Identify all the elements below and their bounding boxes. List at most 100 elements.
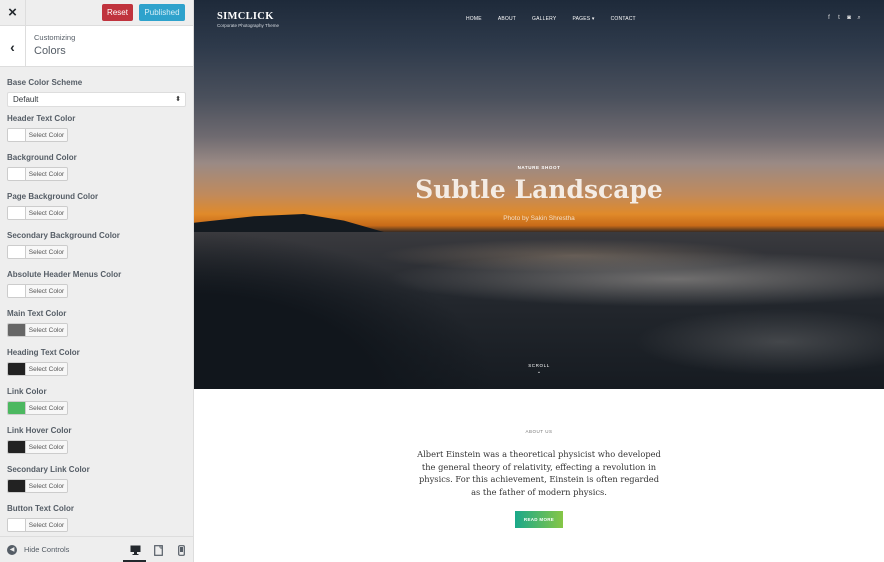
color-control: Link Hover Color Select Color	[7, 425, 186, 464]
section-heading: Customizing Colors	[26, 26, 75, 66]
select-color-button[interactable]: Select Color	[7, 323, 68, 337]
select-value: Default	[13, 95, 39, 104]
color-control: Absolute Header Menus Color Select Color	[7, 269, 186, 308]
section-header: ‹ Customizing Colors	[0, 26, 193, 67]
select-color-button[interactable]: Select Color	[7, 401, 68, 415]
select-color-button[interactable]: Select Color	[7, 245, 68, 259]
nav-item[interactable]: ABOUT	[498, 16, 516, 22]
color-swatch	[8, 285, 26, 297]
color-control-label: Link Hover Color	[7, 426, 72, 435]
color-swatch	[8, 207, 26, 219]
select-color-button[interactable]: Select Color	[7, 479, 68, 493]
color-control: Secondary Link Color Select Color	[7, 464, 186, 503]
select-color-label: Select Color	[26, 363, 67, 375]
main-navigation: HOME ABOUT GALLERY PAGES ▾ CONTACT	[466, 16, 652, 22]
sidebar-footer: ◀ Hide Controls	[0, 536, 193, 562]
desktop-preview-icon[interactable]	[128, 543, 142, 557]
color-control-label: Page Background Color	[7, 192, 99, 201]
twitter-icon[interactable]: t	[834, 15, 844, 22]
customizer-app: × Reset Published ‹ Customizing Colors B…	[0, 0, 884, 562]
color-control: Main Text Color Select Color	[7, 308, 186, 347]
color-swatch	[8, 480, 26, 492]
select-color-button[interactable]: Select Color	[7, 440, 68, 454]
hide-controls-label: Hide Controls	[24, 545, 70, 554]
facebook-icon[interactable]: f	[824, 15, 834, 22]
close-icon[interactable]: ×	[0, 0, 26, 26]
about-label: ABOUT US	[525, 429, 553, 434]
customizer-sidebar: × Reset Published ‹ Customizing Colors B…	[0, 0, 194, 562]
nav-item[interactable]: CONTACT	[611, 16, 636, 22]
tablet-preview-icon[interactable]	[151, 543, 165, 557]
color-control: Page Background Color Select Color	[7, 191, 186, 230]
hero-photo-credit: Photo by Sakin Shrestha	[503, 215, 575, 222]
select-color-label: Select Color	[26, 402, 67, 414]
select-color-label: Select Color	[26, 246, 67, 258]
color-swatch	[8, 324, 26, 336]
section-subtitle: Customizing	[34, 33, 76, 42]
color-control-label: Link Color	[7, 387, 47, 396]
color-control: Background Color Select Color	[7, 152, 186, 191]
base-color-scheme-control: Base Color Scheme Default ⬍	[7, 77, 186, 107]
controls-panel: Base Color Scheme Default ⬍ Header Text …	[0, 68, 193, 536]
color-control-label: Header Text Color	[7, 114, 76, 123]
select-color-button[interactable]: Select Color	[7, 362, 68, 376]
color-control-label: Heading Text Color	[7, 348, 80, 357]
published-button[interactable]: Published	[139, 4, 185, 21]
nav-item[interactable]: HOME	[466, 16, 482, 22]
color-control-label: Absolute Header Menus Color	[7, 270, 122, 279]
select-color-label: Select Color	[26, 129, 67, 141]
section-title: Colors	[34, 45, 66, 57]
color-control-label: Button Text Color	[7, 504, 74, 513]
select-arrows-icon: ⬍	[175, 96, 181, 103]
nav-item[interactable]: GALLERY	[532, 16, 556, 22]
select-color-label: Select Color	[26, 519, 67, 531]
color-control-label: Secondary Background Color	[7, 231, 120, 240]
select-color-label: Select Color	[26, 441, 67, 453]
color-swatch	[8, 129, 26, 141]
color-control-label: Main Text Color	[7, 309, 67, 318]
select-color-button[interactable]: Select Color	[7, 518, 68, 532]
search-icon[interactable]: ⌕	[854, 15, 864, 22]
sidebar-top-bar: × Reset Published	[0, 0, 193, 26]
collapse-arrow-icon: ◀	[7, 544, 17, 555]
select-color-button[interactable]: Select Color	[7, 167, 68, 181]
select-color-button[interactable]: Select Color	[7, 206, 68, 220]
site-tagline: Corporate Photography Theme	[217, 23, 279, 28]
color-controls-list: Header Text Color Select Color Background …	[7, 113, 186, 536]
hide-controls-button[interactable]: ◀ Hide Controls	[0, 544, 70, 555]
color-control-label: Background Color	[7, 153, 77, 162]
reset-button[interactable]: Reset	[102, 4, 133, 21]
chevron-down-icon[interactable]: ⌄	[194, 369, 884, 375]
read-more-button[interactable]: READ MORE	[515, 511, 563, 528]
mobile-preview-icon[interactable]	[174, 543, 188, 557]
select-color-button[interactable]: Select Color	[7, 128, 68, 142]
color-swatch	[8, 246, 26, 258]
social-links: f t ◙ ⌕	[824, 15, 864, 22]
color-swatch	[8, 363, 26, 375]
color-control: Button Text Color Select Color	[7, 503, 186, 536]
hero-title: Subtle Landscape	[415, 175, 663, 204]
color-control: Heading Text Color Select Color	[7, 347, 186, 386]
select-color-label: Select Color	[26, 285, 67, 297]
instagram-icon[interactable]: ◙	[844, 15, 854, 22]
color-control: Secondary Background Color Select Color	[7, 230, 186, 269]
base-color-scheme-select[interactable]: Default ⬍	[7, 92, 186, 107]
site-title[interactable]: SIMCLICK	[217, 11, 274, 22]
color-swatch	[8, 168, 26, 180]
select-color-label: Select Color	[26, 324, 67, 336]
color-control: Link Color Select Color	[7, 386, 186, 425]
color-control: Header Text Color Select Color	[7, 113, 186, 152]
color-swatch	[8, 402, 26, 414]
select-color-label: Select Color	[26, 207, 67, 219]
nav-item[interactable]: PAGES ▾	[572, 16, 594, 22]
select-color-label: Select Color	[26, 168, 67, 180]
back-chevron-icon[interactable]: ‹	[0, 26, 26, 67]
scroll-label[interactable]: SCROLL	[194, 363, 884, 368]
select-color-button[interactable]: Select Color	[7, 284, 68, 298]
hero-kicker: NATURE SHOOT	[517, 165, 561, 170]
color-control-label: Secondary Link Color	[7, 465, 90, 474]
base-color-scheme-label: Base Color Scheme	[7, 78, 83, 87]
hero-section: SIMCLICK Corporate Photography Theme HOM…	[194, 0, 884, 389]
color-swatch	[8, 441, 26, 453]
site-preview: SIMCLICK Corporate Photography Theme HOM…	[194, 0, 884, 562]
